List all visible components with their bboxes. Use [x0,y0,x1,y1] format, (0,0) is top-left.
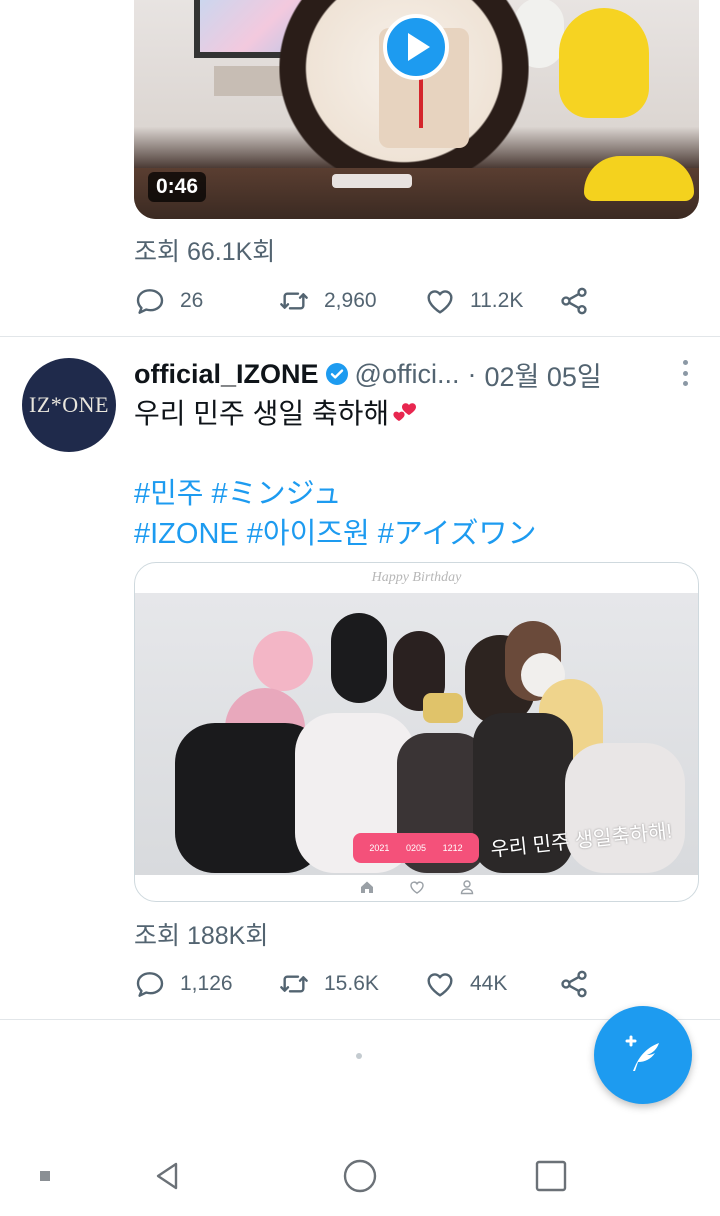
pill-year: 2021 [369,843,390,853]
compose-icon [625,1035,659,1071]
system-nav-bar [0,1136,720,1216]
pill-number: 1212 [442,843,463,853]
tweet1-views: 조회 66.1K회 [134,238,276,266]
display-name[interactable]: official_IZONE [134,359,319,390]
verified-icon [325,362,349,386]
avatar-logo-text: IZ*ONE [29,392,109,417]
timestamp[interactable]: 02월 05일 [484,355,601,394]
menu-button[interactable] [36,1156,54,1196]
home-icon [359,879,375,895]
compose-button[interactable] [594,1006,692,1104]
like-icon [427,973,453,997]
home-button[interactable] [340,1156,380,1196]
reply-icon [136,289,164,314]
more-icon[interactable] [678,360,692,386]
hashtags: #민주 #ミンジュ #IZONE #아이즈원 #アイズワン [134,474,537,554]
hashtags-line-2[interactable]: #IZONE #아이즈원 #アイズワン [134,514,537,554]
separator-dot: · [467,358,477,389]
like-count: 44K [470,972,508,995]
tweet2-media[interactable]: Happy Birthday 우리 민주 생일축하해! 2021 0205 12… [134,562,699,902]
play-icon[interactable] [383,14,449,80]
chick-plush [559,8,649,118]
person-icon [459,879,475,895]
hair [331,613,387,703]
tweet2-header: official_IZONE @offici... · 02월 05일 [134,356,602,392]
reply-button[interactable]: 26 [134,285,278,317]
handle[interactable]: @offici... [355,359,460,390]
share-icon [561,287,587,315]
tweet1-video[interactable]: 0:46 [134,0,699,219]
heart-outline-icon [409,879,425,895]
yellow-scarf [423,693,463,723]
reply-icon [136,972,164,997]
reply-count: 1,126 [180,972,233,995]
tweet-body: 우리 민주 생일 축하해 [134,398,390,429]
tweet2-views: 조회 188K회 [134,922,269,950]
tweet1-actions: 26 2,960 11.2K [134,283,604,319]
share-button[interactable] [558,285,604,317]
video-duration: 0:46 [148,172,207,202]
back-button[interactable] [148,1156,188,1196]
share-icon [561,970,587,998]
tweet-divider [0,336,720,337]
menu-icon [40,1171,50,1181]
like-button[interactable]: 44K [424,968,558,1000]
avatar[interactable]: IZ*ONE [22,358,116,452]
share-button[interactable] [558,968,604,1000]
tweet2-actions: 1,126 15.6K 44K [134,966,604,1002]
retweet-count: 2,960 [324,289,377,312]
reply-button[interactable]: 1,126 [134,968,278,1000]
retweet-button[interactable]: 2,960 [278,285,424,317]
retweet-button[interactable]: 15.6K [278,968,424,1000]
pink-hat [253,631,313,691]
back-icon [156,1162,178,1190]
retweet-icon [280,975,308,993]
pill-date: 0205 [405,843,426,853]
like-button[interactable]: 11.2K [424,285,558,317]
reply-count: 26 [180,289,204,312]
light-coat [565,743,685,873]
home-icon [343,1159,377,1193]
recents-icon [535,1160,567,1192]
stats-pill: 2021 0205 1212 [353,833,479,863]
two-hearts-emoji [389,398,421,426]
recents-button[interactable] [531,1156,571,1196]
toy-car [584,156,694,201]
like-icon [427,290,453,314]
retweet-icon [280,292,308,310]
like-count: 11.2K [470,289,524,312]
loading-dot [356,1053,362,1059]
phone [332,174,412,188]
retweet-count: 15.6K [324,972,379,995]
tweet-text: 우리 민주 생일 축하해 [134,394,674,434]
media-nav-icons [135,873,698,901]
banner-text: Happy Birthday [371,570,462,585]
hashtags-line-1[interactable]: #민주 #ミンジュ [134,474,537,514]
